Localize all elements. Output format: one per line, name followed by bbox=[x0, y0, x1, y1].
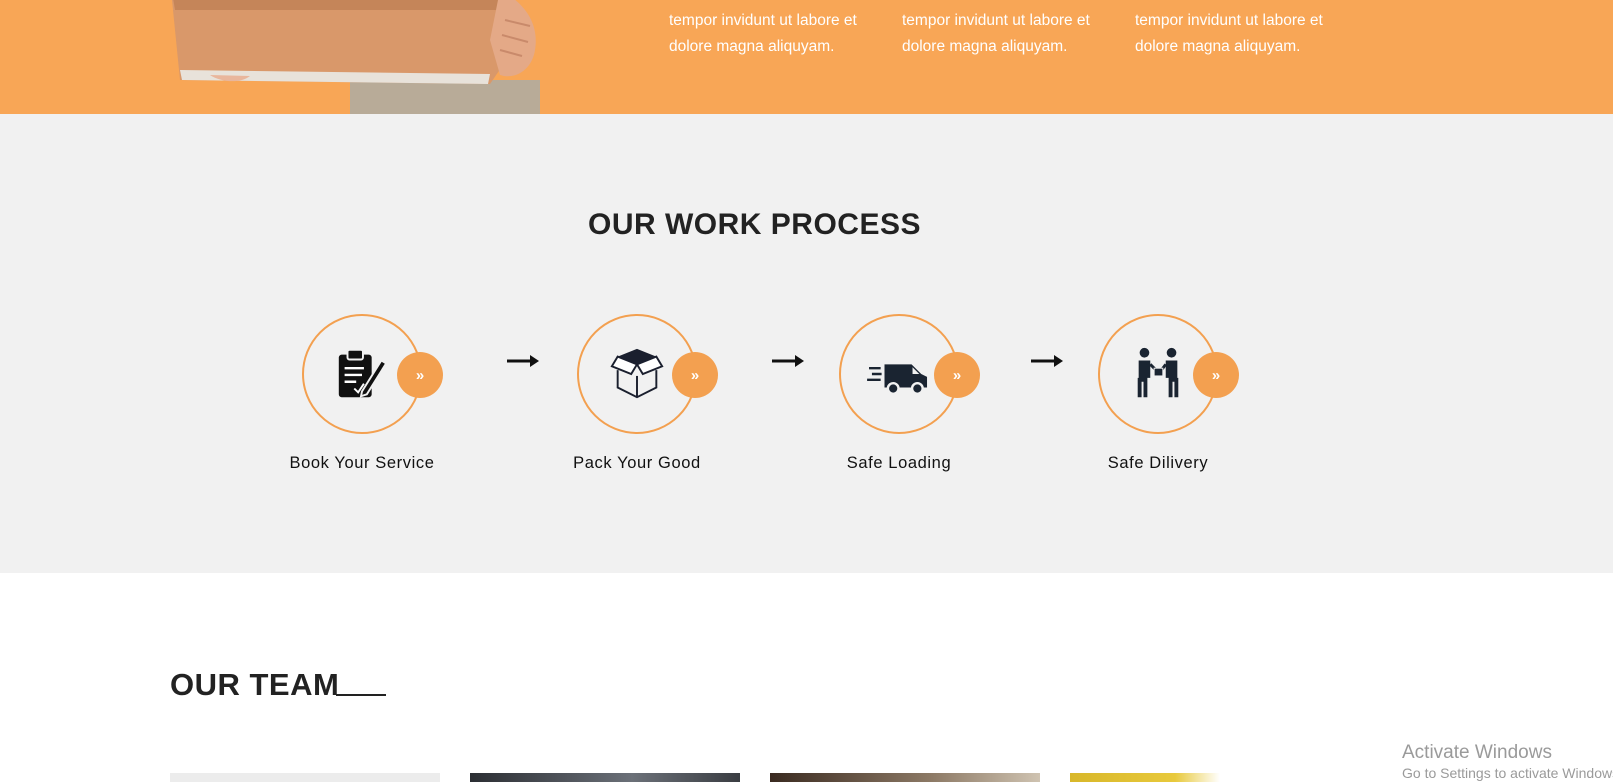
process-step-loading: » Safe Loading bbox=[801, 314, 991, 484]
activate-windows-title: Activate Windows bbox=[1402, 742, 1552, 763]
band-text-line: tempor invidunt ut labore et bbox=[669, 12, 857, 29]
delivery-man-box-image bbox=[172, 0, 540, 114]
team-title: OUR TEAM bbox=[170, 667, 340, 702]
process-step-pack: » Pack Your Good bbox=[539, 314, 729, 484]
team-member-card[interactable] bbox=[770, 773, 1040, 782]
step-label: Safe Loading bbox=[846, 454, 952, 472]
step-label: Pack Your Good bbox=[573, 454, 701, 472]
step-next-button[interactable]: » bbox=[672, 352, 718, 398]
band-text-line: dolore magna aliquyam. bbox=[1135, 38, 1301, 55]
title-underline bbox=[336, 694, 386, 696]
band-text-column: tempor invidunt ut labore et dolore magn… bbox=[902, 8, 1122, 60]
band-text-column: tempor invidunt ut labore et dolore magn… bbox=[669, 8, 889, 60]
arrow-right-icon bbox=[507, 355, 539, 367]
work-process-section: OUR WORK PROCESS » Book Your Service » P… bbox=[0, 114, 1613, 573]
step-next-button[interactable]: » bbox=[1193, 352, 1239, 398]
step-label: Book Your Service bbox=[289, 454, 435, 472]
activate-windows-subtitle: Go to Settings to activate Windows. bbox=[1402, 765, 1613, 781]
handover-icon bbox=[1137, 347, 1179, 398]
step-next-button[interactable]: » bbox=[934, 352, 980, 398]
process-step-book: » Book Your Service bbox=[264, 314, 454, 484]
band-text-line: dolore magna aliquyam. bbox=[669, 38, 835, 55]
section-title: OUR WORK PROCESS bbox=[587, 208, 922, 241]
team-member-card[interactable] bbox=[1070, 773, 1220, 782]
delivery-van-icon bbox=[867, 364, 928, 396]
team-member-card[interactable] bbox=[470, 773, 740, 782]
step-label: Safe Dilivery bbox=[1107, 454, 1209, 472]
band-text-line: dolore magna aliquyam. bbox=[902, 38, 1068, 55]
open-box-icon bbox=[610, 348, 664, 399]
step-next-button[interactable]: » bbox=[397, 352, 443, 398]
process-step-delivery: » Safe Dilivery bbox=[1060, 314, 1250, 484]
band-text-column: tempor invidunt ut labore et dolore magn… bbox=[1135, 8, 1355, 60]
top-band: tempor invidunt ut labore et dolore magn… bbox=[0, 0, 1613, 114]
team-member-card[interactable] bbox=[170, 773, 440, 782]
clipboard-icon bbox=[338, 348, 388, 398]
band-text-line: tempor invidunt ut labore et bbox=[902, 12, 1090, 29]
band-text-line: tempor invidunt ut labore et bbox=[1135, 12, 1323, 29]
